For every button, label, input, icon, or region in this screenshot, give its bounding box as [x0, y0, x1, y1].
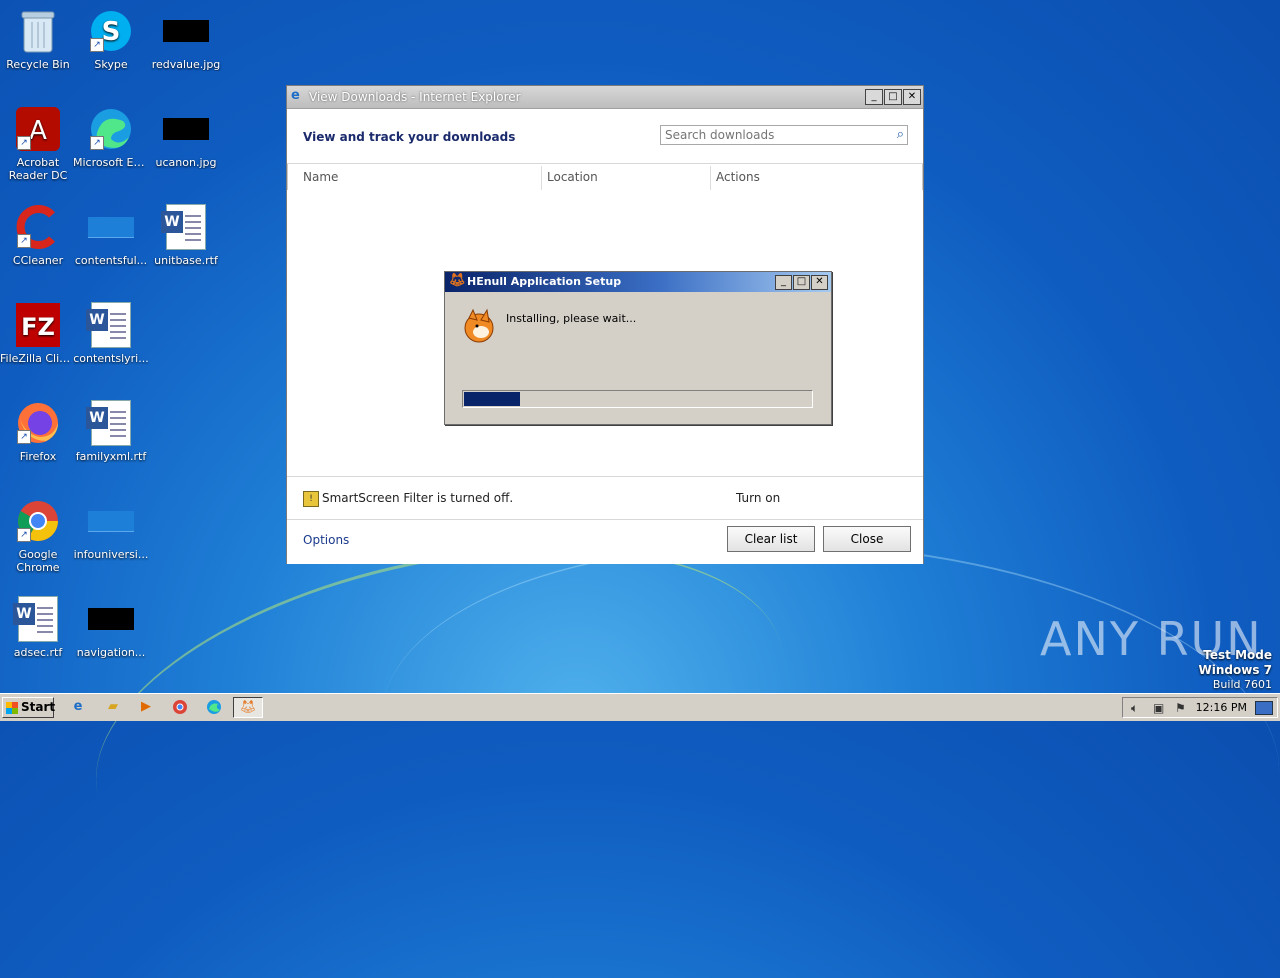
column-name[interactable]: Name — [303, 170, 338, 184]
window-title: View Downloads - Internet Explorer — [309, 90, 521, 104]
column-divider — [710, 166, 711, 190]
smartscreen-bar: ! SmartScreen Filter is turned off. Turn… — [287, 477, 923, 520]
progress-fill — [464, 392, 520, 406]
ie-icon: e — [291, 88, 300, 103]
watermark-line3: Build 7601 — [1212, 678, 1272, 691]
skype-icon: S ↗ — [88, 8, 134, 54]
close-window-button[interactable]: ✕ — [903, 89, 921, 105]
word-doc-icon: W — [13, 596, 61, 642]
dialog-title: HEnull Application Setup — [467, 275, 622, 288]
desktop-icon-contentsful[interactable]: contentsful... — [73, 204, 149, 267]
downloads-header: View and track your downloads ⌕ — [287, 109, 923, 164]
watermark-line2: Windows 7 — [1198, 663, 1272, 677]
minimize-button[interactable]: _ — [865, 89, 883, 105]
edge-icon: ↗ — [88, 106, 134, 152]
image-file-icon — [163, 106, 209, 152]
column-location[interactable]: Location — [547, 170, 598, 184]
filezilla-icon: FZ — [15, 302, 61, 348]
install-message: Installing, please wait... — [506, 312, 637, 325]
taskbar-edge-icon[interactable] — [200, 697, 228, 718]
setup-dialog: 🦊︎ HEnull Application Setup _ □ ✕ Instal… — [444, 271, 832, 425]
smartscreen-message: SmartScreen Filter is turned off. — [322, 491, 514, 505]
firefox-icon: ↗ — [15, 400, 61, 446]
column-actions[interactable]: Actions — [716, 170, 760, 184]
dialog-close-button[interactable]: ✕ — [811, 275, 828, 290]
desktop-icon-firefox[interactable]: ↗ Firefox — [0, 400, 76, 463]
app-fox-icon: 🦊︎ — [449, 273, 466, 288]
show-desktop-icon[interactable] — [1255, 701, 1273, 715]
close-button[interactable]: Close — [823, 526, 911, 552]
desktop-icon-contentslyri[interactable]: W contentslyri... — [73, 302, 149, 365]
svg-text:A: A — [29, 116, 47, 146]
shield-warning-icon: ! — [303, 491, 319, 507]
desktop-icon-chrome[interactable]: ↗ Google Chrome — [0, 498, 76, 574]
desktop-icon-edge[interactable]: ↗ Microsoft Edge — [73, 106, 149, 169]
word-doc-icon: W — [86, 400, 134, 446]
desktop-icon-unitbase[interactable]: W unitbase.rtf — [148, 204, 224, 267]
recycle-bin-icon — [15, 8, 61, 54]
options-link[interactable]: Options — [303, 533, 349, 547]
downloads-heading: View and track your downloads — [303, 130, 516, 144]
taskbar-explorer-icon[interactable]: ▰ — [99, 697, 127, 718]
windows-flag-icon — [6, 702, 18, 714]
desktop-icon-ucanon[interactable]: ucanon.jpg — [148, 106, 224, 169]
window-footer: Options Clear list Close — [287, 520, 923, 564]
word-doc-icon: W — [86, 302, 134, 348]
desktop-icon-recycle-bin[interactable]: Recycle Bin — [0, 8, 76, 71]
column-headers: Name Location Actions — [287, 164, 923, 190]
search-box[interactable]: ⌕ — [660, 125, 908, 145]
desktop-icon-infouniversi[interactable]: infouniversi... — [73, 498, 149, 561]
clock[interactable]: 12:16 PM — [1196, 701, 1247, 714]
search-input[interactable] — [661, 126, 889, 144]
desktop-icon-skype[interactable]: S ↗ Skype — [73, 8, 149, 71]
dialog-minimize-button[interactable]: _ — [775, 275, 792, 290]
taskbar-chrome-icon[interactable] — [166, 697, 194, 718]
column-divider — [541, 166, 542, 190]
image-file-icon — [163, 8, 209, 54]
dialog-title-bar[interactable]: 🦊︎ HEnull Application Setup _ □ ✕ — [445, 272, 831, 292]
shortcut-arrow-icon: ↗ — [17, 136, 31, 150]
shortcut-arrow-icon: ↗ — [17, 528, 31, 542]
search-icon[interactable]: ⌕ — [897, 127, 904, 142]
system-tray: 🔈︎ ▣ ⚑ 12:16 PM — [1122, 697, 1278, 718]
clear-list-button[interactable]: Clear list — [727, 526, 815, 552]
desktop-icon-filezilla[interactable]: FZ FileZilla Client — [0, 302, 76, 365]
shortcut-arrow-icon: ↗ — [17, 430, 31, 444]
ccleaner-icon: ↗ — [15, 204, 61, 250]
svg-text:FZ: FZ — [21, 313, 55, 341]
watermark-line1: Test Mode — [1203, 648, 1272, 662]
desktop-icon-familyxml[interactable]: W familyxml.rtf — [73, 400, 149, 463]
file-icon — [88, 498, 134, 544]
start-button[interactable]: Start — [2, 697, 56, 718]
volume-icon[interactable]: 🔈︎ — [1131, 701, 1138, 716]
chrome-icon: ↗ — [15, 498, 61, 544]
word-doc-icon: W — [161, 204, 209, 250]
desktop-icon-adsec[interactable]: W adsec.rtf — [0, 596, 76, 659]
acrobat-icon: A ↗ — [15, 106, 61, 152]
maximize-button[interactable]: □ — [884, 89, 902, 105]
network-icon[interactable]: ▣ — [1153, 701, 1164, 715]
turn-on-link[interactable]: Turn on — [736, 491, 780, 505]
taskbar-ie-icon[interactable]: e — [64, 697, 92, 718]
desktop-icon-redvalue[interactable]: redvalue.jpg — [148, 8, 224, 71]
desktop-icon-acrobat[interactable]: A ↗ Acrobat Reader DC — [0, 106, 76, 182]
image-file-icon — [88, 596, 134, 642]
shortcut-arrow-icon: ↗ — [17, 234, 31, 248]
flag-icon[interactable]: ⚑ — [1175, 701, 1186, 715]
app-fox-icon — [461, 308, 497, 347]
shortcut-arrow-icon: ↗ — [90, 136, 104, 150]
window-title-bar[interactable]: e View Downloads - Internet Explorer _ □… — [287, 86, 923, 109]
taskbar-media-player-icon[interactable]: ▶ — [132, 697, 160, 718]
shortcut-arrow-icon: ↗ — [90, 38, 104, 52]
dialog-maximize-button[interactable]: □ — [793, 275, 810, 290]
install-progress-bar — [462, 390, 813, 408]
svg-text:S: S — [102, 17, 121, 47]
desktop-icon-ccleaner[interactable]: ↗ CCleaner — [0, 204, 76, 267]
file-icon — [88, 204, 134, 250]
taskbar: Start e ▰ ▶ 🦊︎ 🔈︎ ▣ ⚑ 12:16 PM — [0, 693, 1280, 721]
taskbar-setup-app-icon[interactable]: 🦊︎ — [233, 697, 263, 718]
desktop-icon-navigation[interactable]: navigation... — [73, 596, 149, 659]
start-label: Start — [21, 700, 56, 714]
test-mode-watermark: Test Mode Windows 7 Build 7601 — [1199, 648, 1272, 692]
